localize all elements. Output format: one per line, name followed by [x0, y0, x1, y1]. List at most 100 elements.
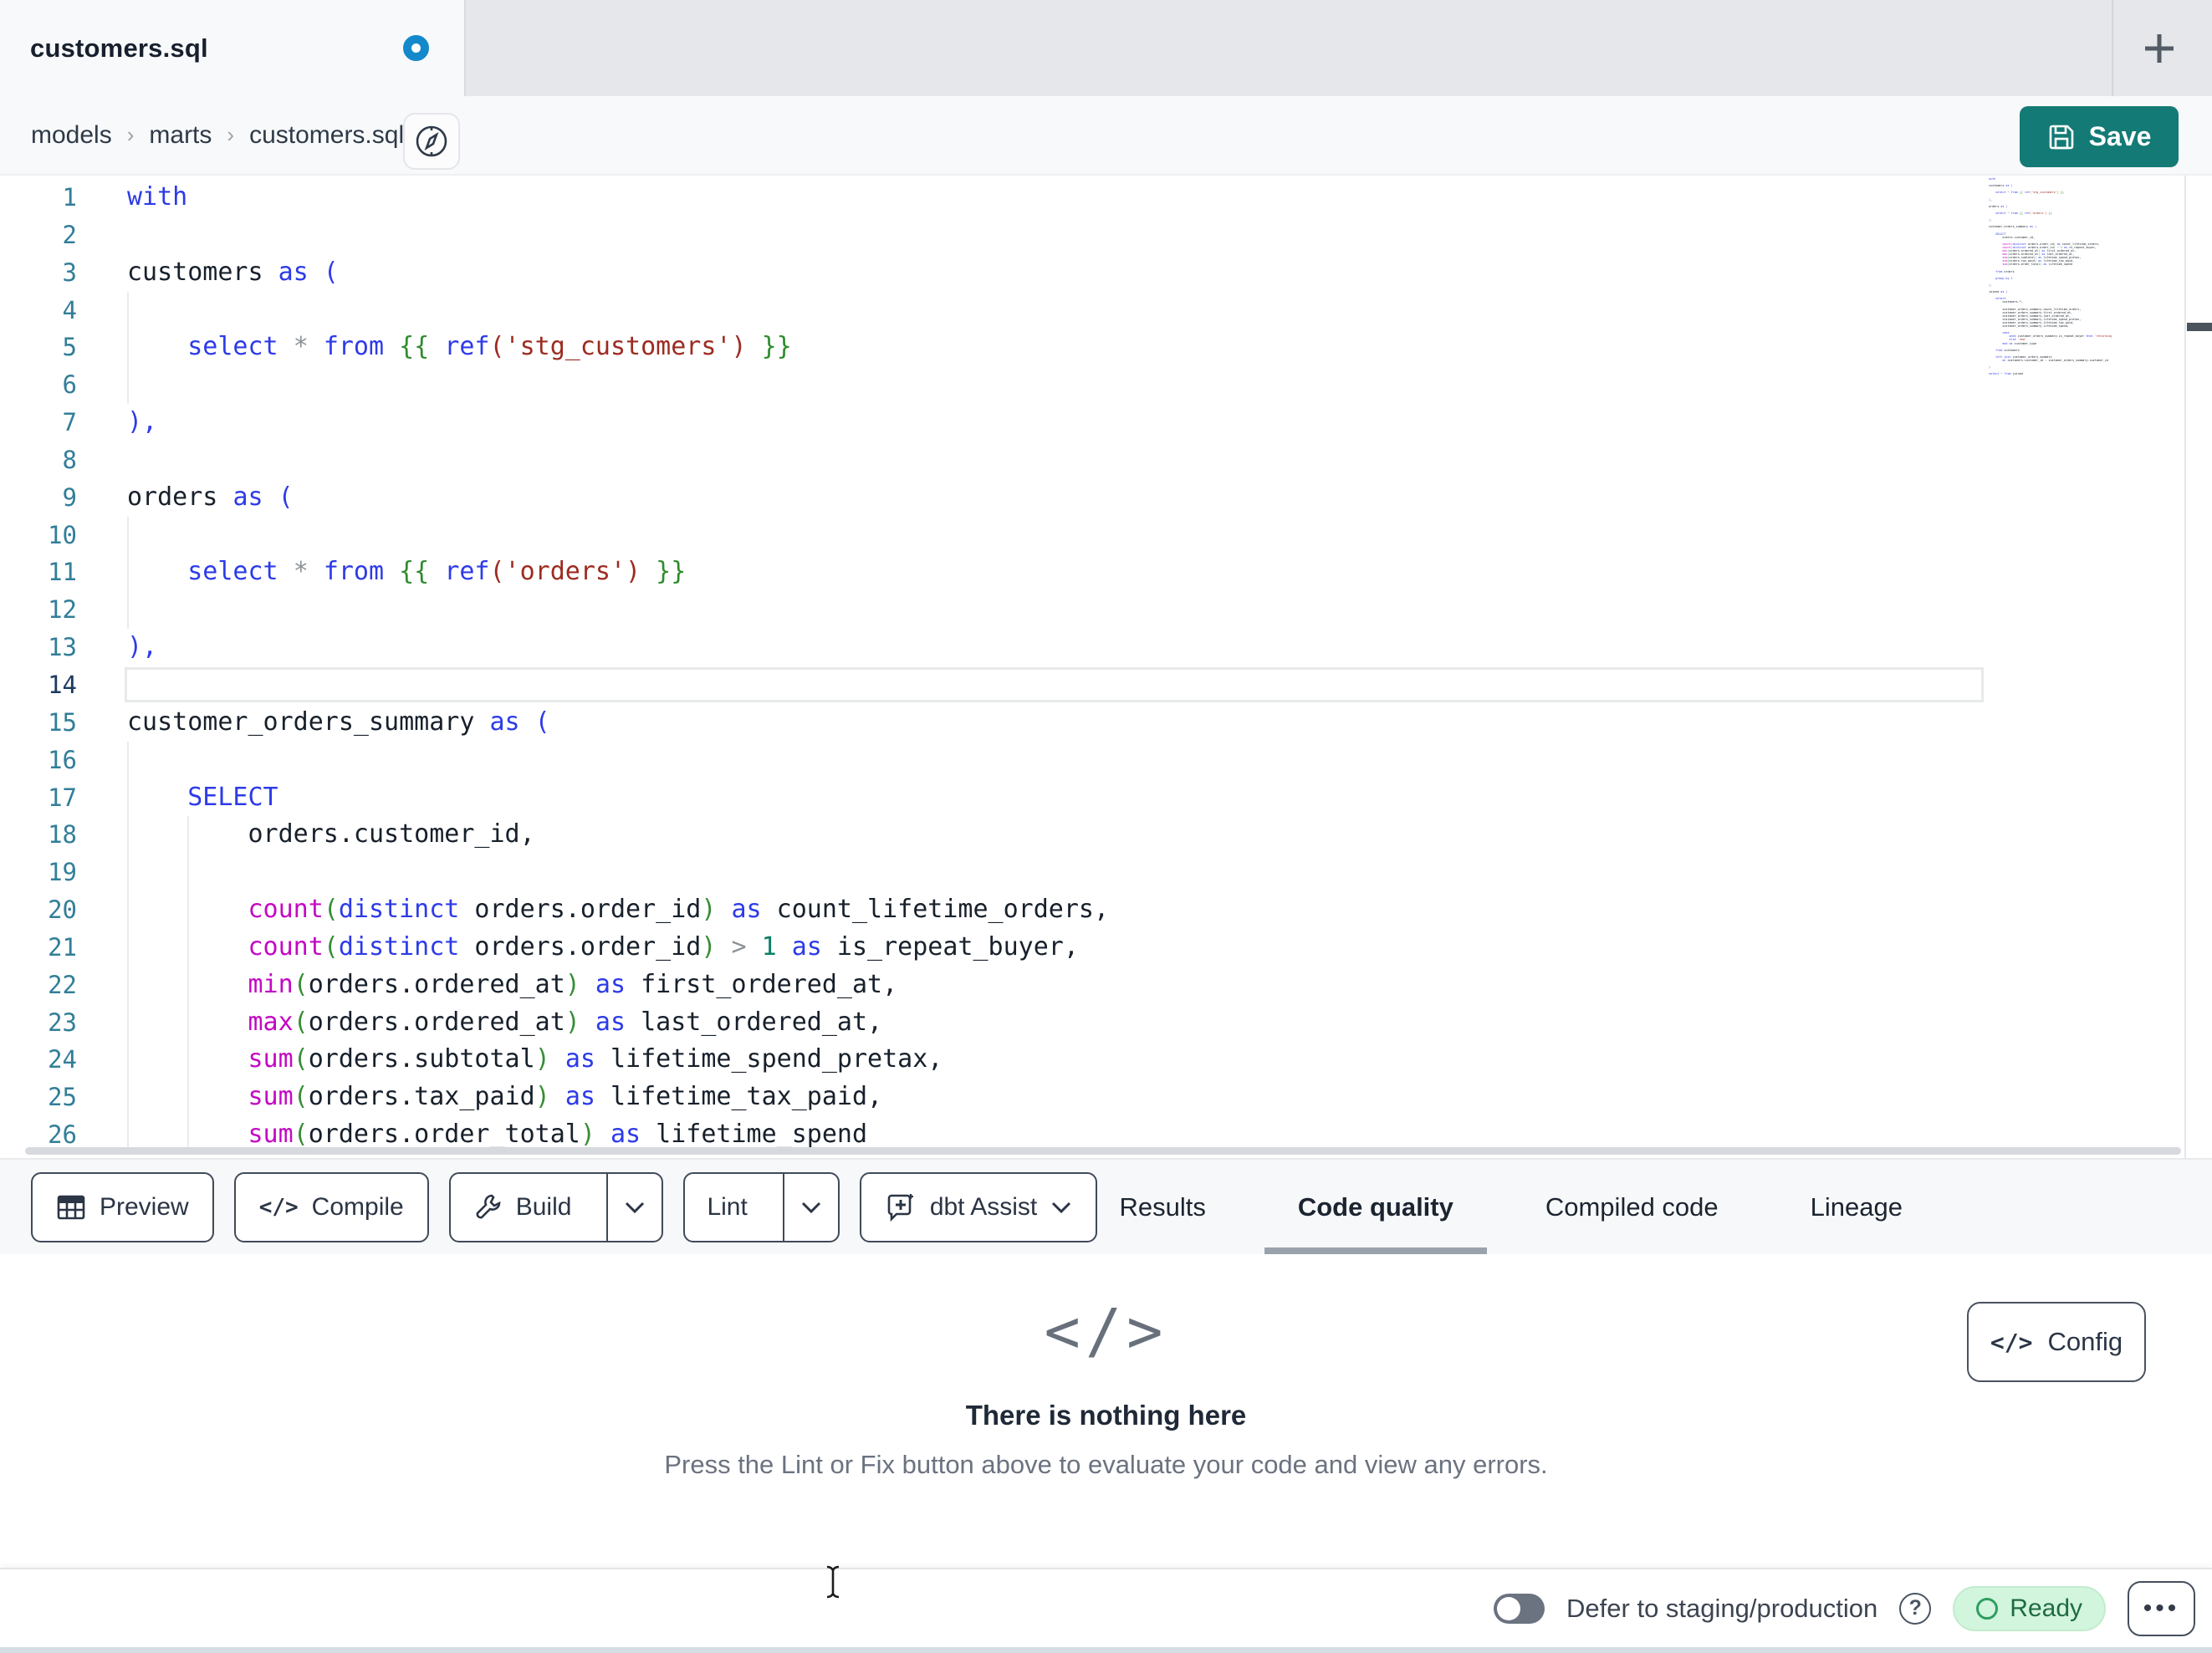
code-line-text: count(distinct orders.order_id) > 1 as i…	[248, 931, 1079, 962]
line-number: 12	[48, 595, 77, 625]
indent-guide	[127, 591, 129, 630]
panel-tab-code-quality[interactable]: Code quality	[1264, 1160, 1487, 1254]
dbt-assist-button[interactable]: dbt Assist	[859, 1172, 1098, 1242]
defer-label: Defer to staging/production	[1566, 1593, 1878, 1623]
code-line[interactable]: 3 customers as (	[0, 254, 2184, 292]
code-line[interactable]: 7),	[0, 404, 2184, 441]
panel-tab-label: Lineage	[1810, 1191, 1903, 1222]
code-editor[interactable]: 1 with 2 3 customers as (4 5 select * from {{…	[0, 176, 2212, 1158]
code-icon: </>	[258, 1195, 299, 1220]
panel-tab-results[interactable]: Results	[1086, 1160, 1239, 1254]
new-tab-button[interactable]	[2134, 23, 2184, 74]
panel-tabs: Results Code quality Compiled code Lineage	[1086, 1160, 1936, 1254]
code-icon: </>	[1990, 1328, 2033, 1356]
empty-state: </> There is nothing here Press the Lint…	[0, 1296, 2212, 1480]
compile-button[interactable]: </> Compile	[233, 1172, 429, 1242]
code-line-text: orders as (	[127, 482, 294, 512]
lint-button[interactable]: Lint	[685, 1174, 769, 1241]
build-button-label: Build	[515, 1193, 572, 1221]
code-line-text: select * from {{ ref('stg_customers') }}	[187, 332, 792, 362]
minimap[interactable]: with customers as ( select * from {{ ref(…	[1989, 177, 2112, 375]
code-line[interactable]: 10	[0, 516, 2184, 554]
breadcrumb-models[interactable]: models	[31, 121, 112, 150]
line-number: 19	[48, 858, 77, 887]
code-lines: 1 with 2 3 customers as (4 5 select * from {{…	[0, 179, 2184, 1154]
line-number: 16	[48, 745, 77, 774]
horizontal-scrollbar[interactable]	[25, 1147, 2181, 1155]
action-buttons: Preview </> Compile Build Lint dbt Assis…	[31, 1172, 1098, 1242]
line-number: 10	[48, 520, 77, 549]
code-line[interactable]: 2	[0, 217, 2184, 254]
active-tab-underline	[1264, 1247, 1487, 1254]
code-line[interactable]: 19	[0, 854, 2184, 892]
panel-tab-compiled-code[interactable]: Compiled code	[1512, 1160, 1752, 1254]
code-line-text: select * from {{ ref('orders') }}	[187, 557, 687, 587]
indent-guide	[127, 291, 129, 329]
line-number: 9	[62, 482, 77, 512]
code-line[interactable]: 13),	[0, 629, 2184, 666]
code-slash-icon: </>	[1044, 1296, 1168, 1366]
config-button[interactable]: </> Config	[1967, 1302, 2146, 1382]
code-line-text: min(orders.ordered_at) as first_ordered_…	[248, 969, 898, 999]
breadcrumb-separator-icon: ›	[126, 122, 135, 147]
code-line[interactable]: 25 sum(orders.tax_paid) as lifetime_tax_…	[0, 1079, 2184, 1117]
defer-toggle[interactable]	[1494, 1593, 1545, 1624]
code-line[interactable]: 21 count(distinct orders.order_id) > 1 a…	[0, 928, 2184, 967]
line-number: 14	[48, 670, 77, 699]
line-number: 22	[48, 970, 77, 999]
code-line-text: ),	[127, 632, 158, 662]
lint-dropdown-button[interactable]	[782, 1174, 838, 1241]
code-line[interactable]: 23 max(orders.ordered_at) as last_ordere…	[0, 1003, 2184, 1042]
line-number: 5	[62, 333, 77, 362]
preview-button[interactable]: Preview	[31, 1172, 214, 1242]
code-line[interactable]: 4	[0, 291, 2184, 329]
window-bottom-edge	[0, 1647, 2212, 1653]
save-button-label: Save	[2088, 121, 2152, 151]
code-line[interactable]: 11 select * from {{ ref('orders') }}	[0, 554, 2184, 592]
code-line[interactable]: 22 min(orders.ordered_at) as first_order…	[0, 966, 2184, 1004]
line-number: 1	[62, 183, 77, 212]
explore-lineage-button[interactable]	[403, 113, 460, 170]
code-line[interactable]: 16	[0, 741, 2184, 779]
code-line-text: customer_orders_summary as (	[127, 707, 550, 737]
unsaved-changes-dot-icon	[403, 35, 429, 61]
code-line-text: count(distinct orders.order_id) as count…	[248, 895, 1110, 925]
build-button[interactable]: Build	[451, 1174, 594, 1241]
code-line[interactable]: 17 SELECT	[0, 778, 2184, 817]
code-line[interactable]: 5 select * from {{ ref('stg_customers') …	[0, 329, 2184, 367]
code-line[interactable]: 1 with	[0, 179, 2184, 217]
code-line[interactable]: 14	[0, 666, 2184, 704]
line-number: 25	[48, 1083, 77, 1112]
panel-tab-lineage[interactable]: Lineage	[1777, 1160, 1936, 1254]
save-button[interactable]: Save	[2020, 106, 2179, 167]
code-line-text: ),	[127, 407, 158, 437]
vertical-scrollbar[interactable]	[2184, 176, 2212, 1158]
status-circle-icon	[1976, 1597, 1999, 1620]
code-line[interactable]: 12	[0, 591, 2184, 630]
overflow-menu-button[interactable]: •••	[2128, 1580, 2195, 1636]
assist-sparkle-icon	[885, 1191, 917, 1223]
code-line[interactable]: 6	[0, 366, 2184, 405]
line-number: 15	[48, 707, 77, 737]
code-line[interactable]: 15 customer_orders_summary as (	[0, 704, 2184, 742]
breadcrumb-file[interactable]: customers.sql	[249, 121, 404, 150]
code-line-text: with	[127, 182, 188, 212]
line-number: 23	[48, 1008, 77, 1037]
breadcrumb-separator-icon: ›	[227, 122, 235, 147]
file-tab-customers-sql[interactable]: customers.sql	[0, 0, 466, 96]
code-line-text: sum(orders.tax_paid) as lifetime_tax_pai…	[248, 1082, 883, 1112]
help-icon[interactable]: ?	[1899, 1592, 1932, 1625]
panel-tab-label: Compiled code	[1545, 1191, 1719, 1222]
indent-guide	[127, 741, 129, 779]
code-line[interactable]: 18 orders.customer_id,	[0, 816, 2184, 855]
code-line[interactable]: 9 orders as (	[0, 479, 2184, 517]
build-dropdown-button[interactable]	[606, 1174, 662, 1241]
code-line[interactable]: 20 count(distinct orders.order_id) as co…	[0, 891, 2184, 929]
breadcrumb-marts[interactable]: marts	[149, 121, 212, 150]
line-number: 13	[48, 633, 77, 662]
code-line[interactable]: 8	[0, 441, 2184, 479]
code-quality-panel: </> There is nothing here Press the Lint…	[0, 1254, 2212, 1568]
code-line-text: sum(orders.subtotal) as lifetime_spend_p…	[248, 1044, 943, 1074]
vertical-scrollbar-thumb[interactable]	[2187, 323, 2212, 331]
code-line[interactable]: 24 sum(orders.subtotal) as lifetime_spen…	[0, 1041, 2184, 1079]
